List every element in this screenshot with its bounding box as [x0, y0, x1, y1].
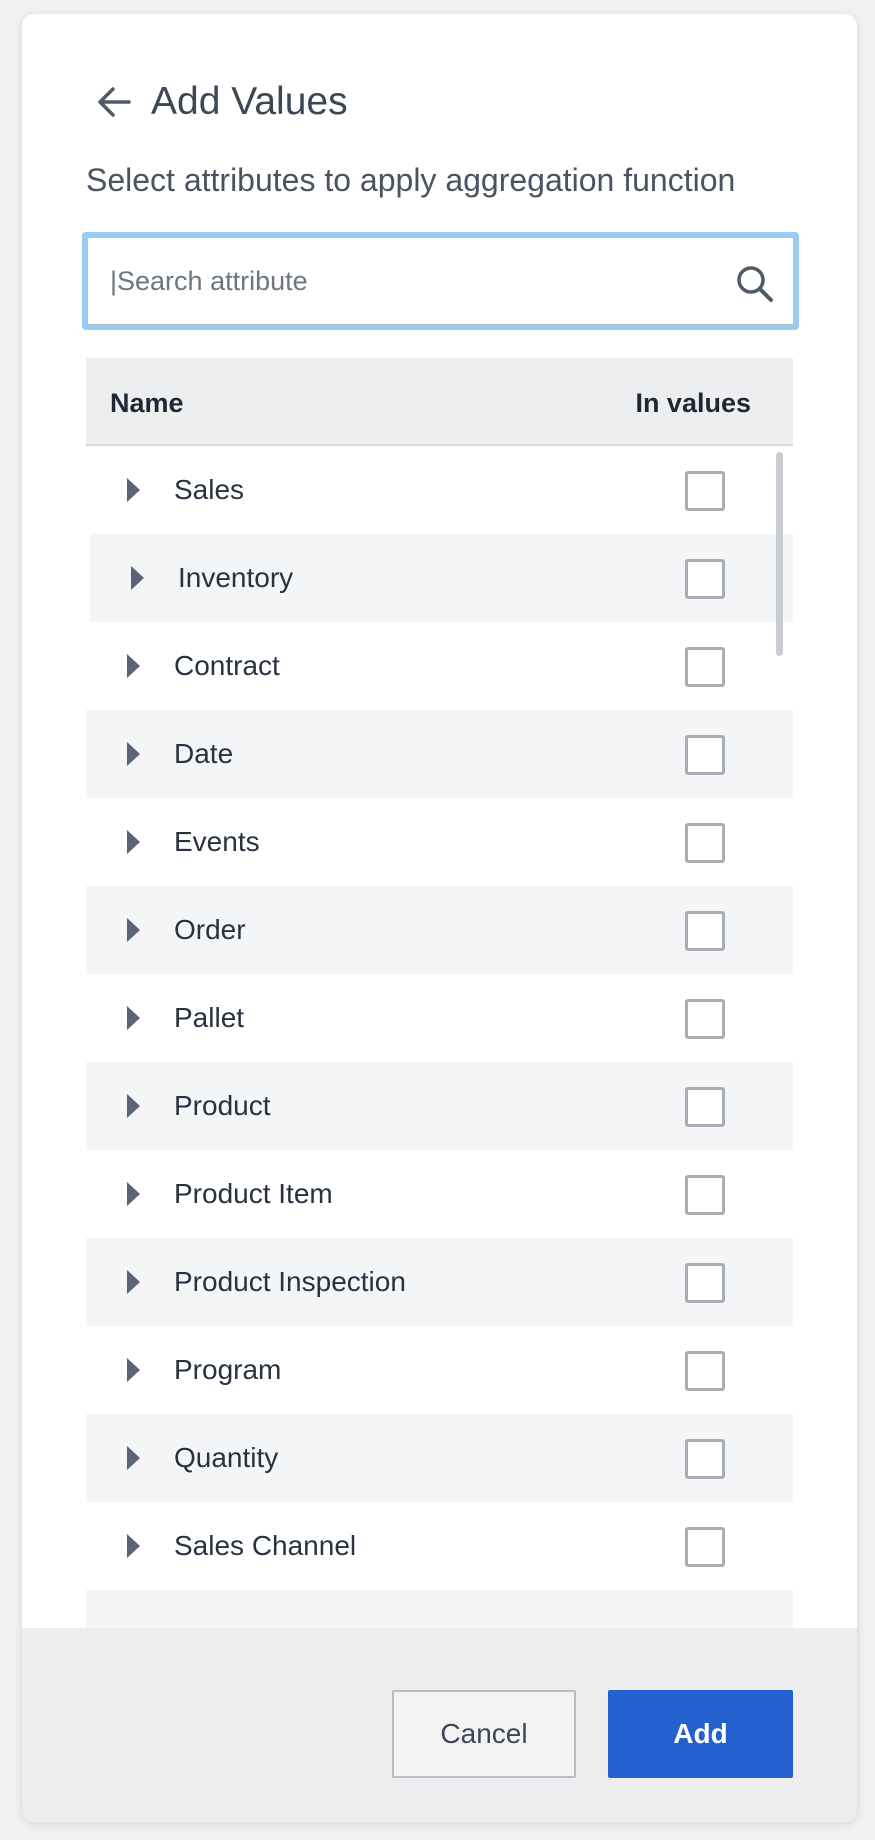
row-label: Events [174, 826, 260, 857]
dialog-title: Add Values [151, 80, 348, 123]
table-row[interactable]: Inventory [90, 534, 793, 622]
table-row[interactable]: Product [86, 1062, 793, 1150]
column-header-in-values: In values [635, 388, 751, 418]
dialog-footer: Cancel Add [22, 1628, 857, 1822]
in-values-checkbox[interactable] [685, 911, 725, 951]
expand-caret-icon[interactable] [127, 742, 140, 766]
row-label: Quantity [174, 1442, 279, 1473]
expand-caret-icon[interactable] [127, 1534, 140, 1558]
in-values-checkbox[interactable] [685, 647, 725, 687]
attributes-table: Name In values Sales Inventory Contract [86, 358, 793, 1642]
in-values-checkbox[interactable] [685, 999, 725, 1039]
table-row[interactable]: Events [86, 798, 793, 886]
expand-caret-icon[interactable] [127, 1006, 140, 1030]
back-button[interactable] [88, 76, 140, 128]
in-values-checkbox[interactable] [685, 559, 725, 599]
expand-caret-icon[interactable] [127, 1094, 140, 1118]
dialog-header: Add Values Select attributes to apply ag… [22, 14, 857, 234]
in-values-checkbox[interactable] [685, 735, 725, 775]
table-row[interactable]: Pallet [86, 974, 793, 1062]
table-row[interactable]: Sales [86, 446, 793, 534]
table-row[interactable]: Date [86, 710, 793, 798]
row-label: Product Item [174, 1178, 333, 1209]
in-values-checkbox[interactable] [685, 471, 725, 511]
add-button[interactable]: Add [608, 1690, 793, 1778]
in-values-checkbox[interactable] [685, 1087, 725, 1127]
expand-caret-icon[interactable] [127, 1182, 140, 1206]
search-box [82, 232, 799, 330]
row-label: Program [174, 1354, 282, 1385]
expand-caret-icon[interactable] [127, 1446, 140, 1470]
search-input[interactable] [87, 237, 794, 325]
in-values-checkbox[interactable] [685, 1175, 725, 1215]
table-scrollbar[interactable] [776, 452, 783, 656]
expand-caret-icon[interactable] [127, 830, 140, 854]
row-label: Date [174, 738, 234, 769]
row-label: Sales Channel [174, 1530, 357, 1561]
arrow-left-icon [98, 87, 131, 117]
table-row[interactable]: Order [86, 886, 793, 974]
expand-caret-icon[interactable] [127, 654, 140, 678]
expand-caret-icon[interactable] [127, 1358, 140, 1382]
table-row[interactable]: Product Inspection [86, 1238, 793, 1326]
table-row[interactable]: Program [86, 1326, 793, 1414]
in-values-checkbox[interactable] [685, 1527, 725, 1567]
row-label: Contract [174, 650, 280, 681]
in-values-checkbox[interactable] [685, 1351, 725, 1391]
table-row[interactable]: Quantity [86, 1414, 793, 1502]
row-label: Pallet [174, 1002, 245, 1033]
row-label: Sales [174, 474, 245, 505]
expand-caret-icon[interactable] [127, 1270, 140, 1294]
table-row[interactable]: Sales Channel [86, 1502, 793, 1590]
row-label: Order [174, 914, 246, 945]
row-label: Inventory [178, 562, 294, 593]
column-header-name: Name [110, 388, 184, 418]
table-body: Sales Inventory Contract Date Events Ord… [86, 446, 793, 1642]
row-label: Product [174, 1090, 271, 1121]
expand-caret-icon[interactable] [131, 566, 144, 590]
add-values-dialog: Add Values Select attributes to apply ag… [22, 14, 857, 1822]
table-header: Name In values [86, 358, 793, 446]
in-values-checkbox[interactable] [685, 823, 725, 863]
row-label: Product Inspection [174, 1266, 406, 1297]
search-icon[interactable] [734, 263, 774, 303]
dialog-subtitle: Select attributes to apply aggregation f… [86, 162, 736, 198]
table-row[interactable]: Contract [86, 622, 793, 710]
expand-caret-icon[interactable] [127, 918, 140, 942]
in-values-checkbox[interactable] [685, 1263, 725, 1303]
in-values-checkbox[interactable] [685, 1439, 725, 1479]
table-row[interactable]: Product Item [86, 1150, 793, 1238]
expand-caret-icon[interactable] [127, 478, 140, 502]
cancel-button[interactable]: Cancel [392, 1690, 576, 1778]
